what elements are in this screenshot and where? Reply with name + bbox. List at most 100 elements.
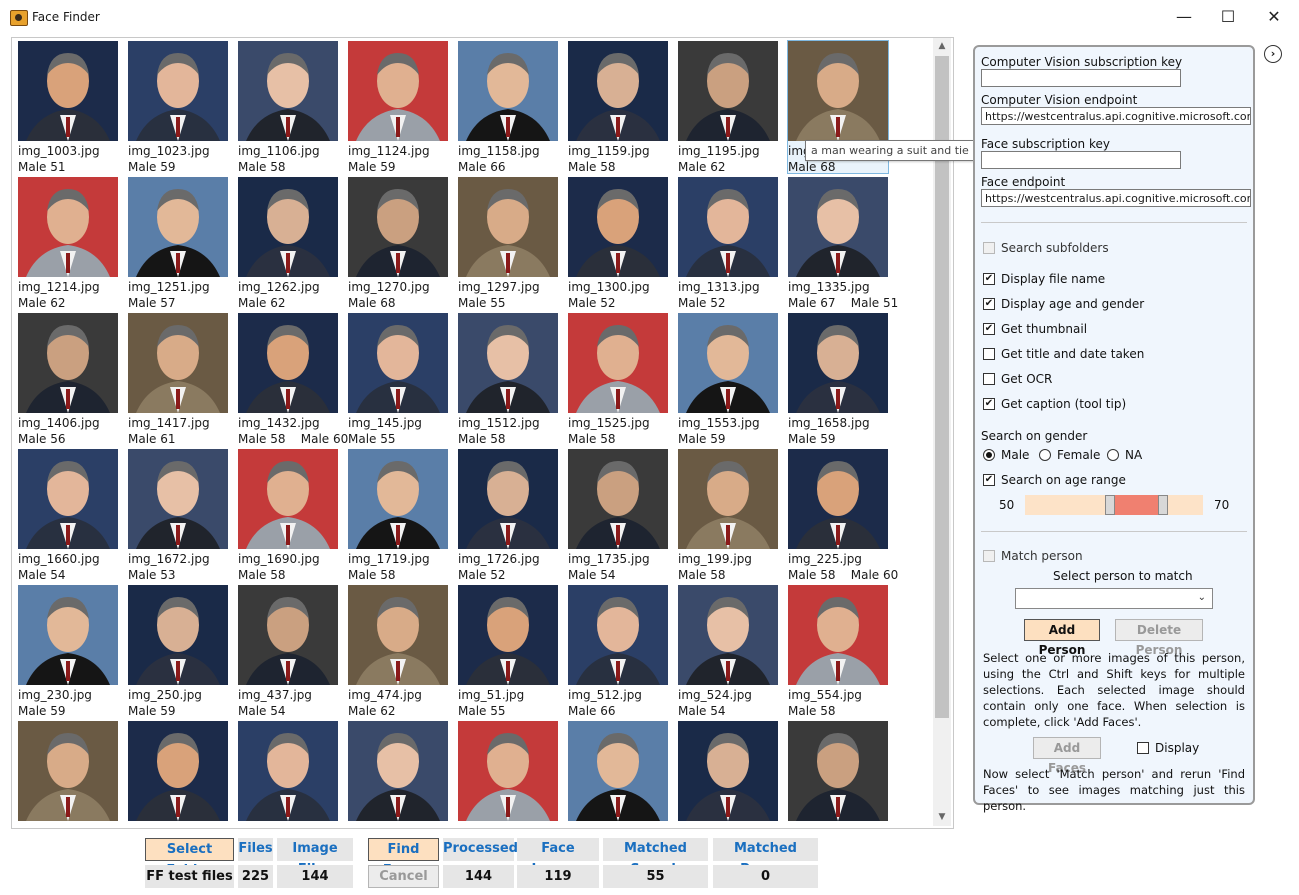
image-thumbnail[interactable]: img_1553.jpg Male 59	[678, 313, 778, 446]
image-thumbnail[interactable]: img_250.jpg Male 59	[128, 585, 228, 718]
image-thumbnail[interactable]	[18, 721, 118, 828]
get-ocr-checkbox[interactable]	[983, 373, 995, 385]
display-age-gender-checkbox[interactable]: ✔	[983, 298, 995, 310]
divider	[981, 531, 1247, 532]
image-file-name: img_225.jpg	[788, 552, 862, 566]
image-thumbnail[interactable]: img_230.jpg Male 59	[18, 585, 118, 718]
face-photo	[568, 721, 668, 821]
image-thumbnail[interactable]: img_1658.jpg Male 59	[788, 313, 888, 446]
gender-na-radio[interactable]	[1107, 449, 1119, 461]
gender-female-radio[interactable]	[1039, 449, 1051, 461]
select-folder-button[interactable]: Select Folder	[145, 838, 234, 878]
get-thumbnail-checkbox[interactable]: ✔	[983, 323, 995, 335]
image-thumbnail[interactable]: img_1270.jpg Male 68	[348, 177, 448, 310]
face-key-input[interactable]	[981, 151, 1181, 169]
add-person-button[interactable]: Add Person	[1024, 619, 1100, 657]
image-thumbnail[interactable]: img_1251.jpg Male 57	[128, 177, 228, 310]
age-min-handle[interactable]	[1105, 495, 1115, 515]
image-thumbnail[interactable]: img_524.jpg Male 54	[678, 585, 778, 718]
image-thumbnail[interactable]: img_1719.jpg Male 58	[348, 449, 448, 582]
image-thumbnail[interactable]: img_1300.jpg Male 52	[568, 177, 668, 310]
add-faces-button[interactable]: Add Faces	[1033, 737, 1101, 775]
face-photo	[788, 313, 888, 413]
image-file-name: img_1690.jpg	[238, 552, 320, 566]
image-thumbnail[interactable]	[678, 721, 778, 828]
image-age-gender: Male 58	[238, 160, 286, 174]
age-range-slider[interactable]	[1025, 495, 1203, 515]
image-thumbnail[interactable]: img_1262.jpg Male 62	[238, 177, 338, 310]
image-thumbnail[interactable]	[788, 721, 888, 828]
minimize-button[interactable]: —	[1161, 0, 1207, 34]
select-person-combo[interactable]: ⌄	[1015, 588, 1213, 609]
image-thumbnail[interactable]: img_1735.jpg Male 54	[568, 449, 668, 582]
image-thumbnail[interactable]: img_1124.jpg Male 59	[348, 41, 448, 174]
search-subfolders-checkbox[interactable]	[983, 242, 995, 254]
gender-male-radio[interactable]	[983, 449, 995, 461]
match-person-checkbox[interactable]	[983, 550, 995, 562]
image-age-gender: Male 58	[788, 704, 836, 718]
image-thumbnail[interactable]: img_1432.jpg Male 58 Male 60	[238, 313, 348, 446]
image-thumbnail[interactable]: img_1195.jpg Male 62	[678, 41, 778, 174]
image-file-name: img_1262.jpg	[238, 280, 320, 294]
image-thumbnail[interactable]: img_225.jpg Male 58 Male 60	[788, 449, 898, 582]
image-thumbnail[interactable]: img_437.jpg Male 54	[238, 585, 338, 718]
scroll-down-arrow-icon[interactable]: ▼	[933, 809, 951, 826]
image-file-name: img_1297.jpg	[458, 280, 540, 294]
image-thumbnail[interactable]	[128, 721, 228, 828]
age-max-handle[interactable]	[1158, 495, 1168, 515]
display-checkbox[interactable]	[1137, 742, 1149, 754]
image-thumbnail[interactable]: img_1417.jpg Male 61	[128, 313, 228, 446]
collapse-panel-chevron-icon[interactable]: ›	[1264, 45, 1282, 63]
image-file-name: img_512.jpg	[568, 688, 642, 702]
get-title-date-checkbox[interactable]	[983, 348, 995, 360]
image-age-gender: Male 58	[568, 160, 616, 174]
image-thumbnail[interactable]: img_1214.jpg Male 62	[18, 177, 118, 310]
image-thumbnail[interactable]: img_51.jpg Male 55	[458, 585, 558, 718]
image-thumbnail[interactable]: img_1660.jpg Male 54	[18, 449, 118, 582]
maximize-button[interactable]: ☐	[1205, 0, 1251, 34]
image-thumbnail[interactable]: img_145.jpg Male 55	[348, 313, 448, 446]
image-file-name: img_1159.jpg	[568, 144, 650, 158]
cv-endpoint-input[interactable]: https://westcentralus.api.cognitive.micr…	[981, 107, 1251, 125]
display-file-name-checkbox[interactable]: ✔	[983, 273, 995, 285]
image-thumbnail[interactable]	[348, 721, 448, 828]
image-age-gender: Male 59	[18, 704, 66, 718]
image-thumbnail[interactable]: img_1672.jpg Male 53	[128, 449, 228, 582]
image-thumbnail[interactable]	[458, 721, 558, 828]
image-age-gender: Male 52	[458, 568, 506, 582]
image-thumbnail[interactable]: img_1726.jpg Male 52	[458, 449, 558, 582]
scroll-up-arrow-icon[interactable]: ▲	[933, 38, 951, 55]
delete-person-button[interactable]: Delete Person	[1115, 619, 1203, 657]
image-thumbnail[interactable]	[568, 721, 668, 828]
image-thumbnail[interactable]: img_199.jpg Male 58	[678, 449, 778, 582]
image-thumbnail[interactable]: img_554.jpg Male 58	[788, 585, 888, 718]
image-thumbnail[interactable]: img_1297.jpg Male 55	[458, 177, 558, 310]
face-endpoint-input[interactable]: https://westcentralus.api.cognitive.micr…	[981, 189, 1251, 207]
image-thumbnail[interactable]: img_1690.jpg Male 58	[238, 449, 338, 582]
search-age-range-checkbox[interactable]: ✔	[983, 474, 995, 486]
matched-person-value: 0	[713, 865, 818, 888]
image-thumbnail[interactable]: img_1406.jpg Male 56	[18, 313, 118, 446]
image-thumbnail[interactable]: img_1313.jpg Male 52	[678, 177, 778, 310]
image-thumbnail[interactable]: img_1106.jpg Male 58	[238, 41, 338, 174]
get-caption-checkbox[interactable]: ✔	[983, 398, 995, 410]
image-thumbnail[interactable]: img_1003.jpg Male 51	[18, 41, 118, 174]
close-button[interactable]: ✕	[1251, 0, 1297, 34]
image-files-value: 144	[277, 865, 353, 888]
image-thumbnail[interactable]: img_1158.jpg Male 66	[458, 41, 558, 174]
image-thumbnail[interactable]: img_1023.jpg Male 59	[128, 41, 228, 174]
window-title: Face Finder	[32, 10, 100, 24]
image-thumbnail[interactable]	[238, 721, 338, 828]
image-thumbnail[interactable]: img_1335.jpg Male 67 Male 51	[788, 177, 898, 310]
processed-value: 144	[443, 865, 514, 888]
image-thumbnail[interactable]: img_1159.jpg Male 58	[568, 41, 668, 174]
image-thumbnail[interactable]: img_474.jpg Male 62	[348, 585, 448, 718]
cancel-button[interactable]: Cancel	[368, 865, 439, 888]
cv-key-input[interactable]	[981, 69, 1181, 87]
find-faces-button[interactable]: Find Faces	[368, 838, 439, 878]
image-thumbnail[interactable]: img_512.jpg Male 66	[568, 585, 668, 718]
age-range-fill	[1109, 495, 1161, 515]
image-file-name: img_1124.jpg	[348, 144, 430, 158]
image-thumbnail[interactable]: img_1525.jpg Male 58	[568, 313, 668, 446]
image-thumbnail[interactable]: img_1512.jpg Male 58	[458, 313, 558, 446]
